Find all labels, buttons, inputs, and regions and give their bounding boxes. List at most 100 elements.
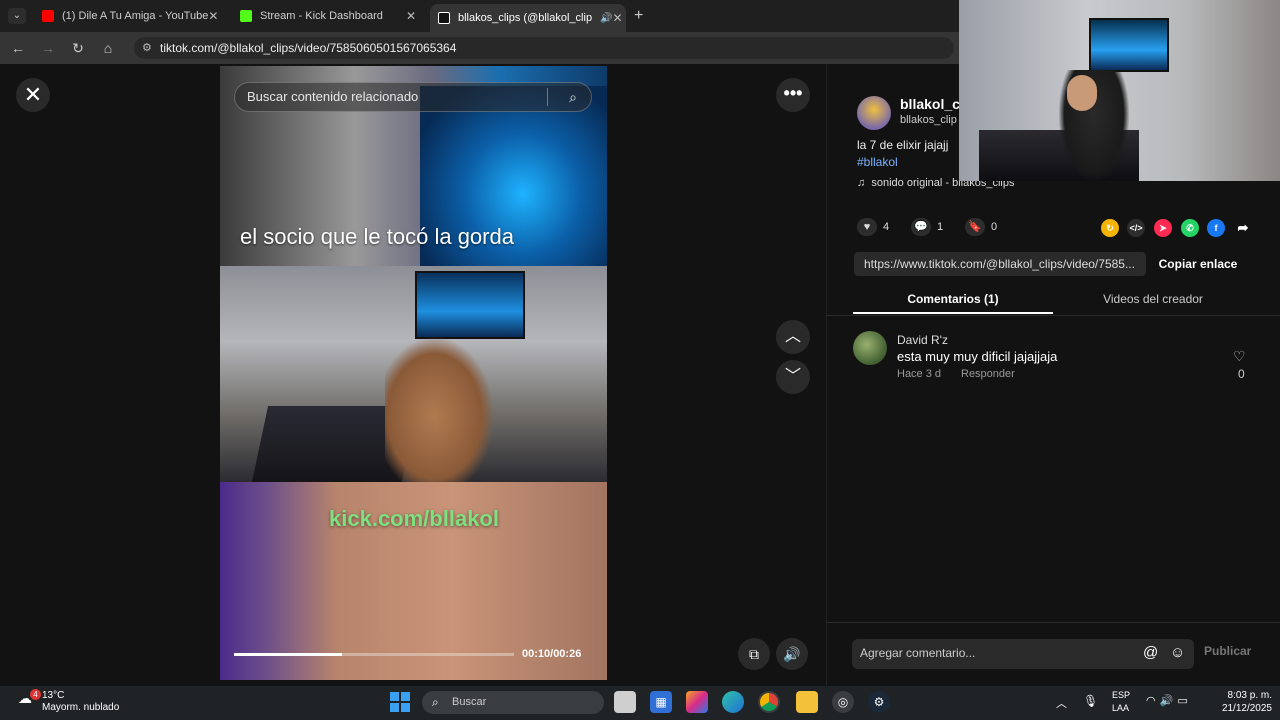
- publish-button[interactable]: Publicar: [1204, 644, 1251, 658]
- microphone-icon[interactable]: 🎙: [1083, 694, 1098, 708]
- taskbar-search-label: Buscar: [452, 696, 487, 708]
- video-player[interactable]: el socio que le tocó la gorda kick.com/b…: [220, 66, 607, 680]
- clock-time[interactable]: 8:03 p. m.: [1216, 690, 1272, 701]
- save-button[interactable]: 🔖 0: [965, 218, 997, 236]
- site-info-icon[interactable]: ⚙: [142, 37, 152, 59]
- task-view-icon[interactable]: [614, 691, 636, 713]
- creator-avatar[interactable]: [857, 96, 891, 130]
- heart-icon: ♥: [857, 218, 877, 236]
- comment-time: Hace 3 d: [897, 368, 942, 380]
- progress-bar[interactable]: [234, 653, 514, 656]
- close-video-button[interactable]: ✕: [16, 78, 50, 112]
- steam-icon[interactable]: ⚙: [868, 691, 890, 713]
- comment-button[interactable]: 💬 1: [911, 218, 943, 236]
- like-count: 4: [883, 221, 890, 233]
- windows-logo-icon: [401, 692, 410, 701]
- send-icon[interactable]: ➤: [1154, 219, 1172, 237]
- creator-handle: bllakos_clip: [900, 114, 957, 126]
- taskbar-search[interactable]: ⌕ Buscar: [422, 691, 604, 714]
- comment-avatar[interactable]: [853, 331, 887, 365]
- previous-video-button[interactable]: ︿: [776, 320, 810, 354]
- tab-creator-videos[interactable]: Videos del creador: [1053, 288, 1253, 314]
- start-button[interactable]: [390, 692, 410, 712]
- search-divider: [547, 88, 548, 106]
- music-note-icon: ♫: [857, 177, 866, 189]
- speaker-icon[interactable]: 🔊: [600, 13, 612, 24]
- more-options-button[interactable]: •••: [776, 78, 810, 112]
- weather-badge: 4: [30, 689, 41, 700]
- search-icon: ⌕: [432, 695, 439, 709]
- forward-icon[interactable]: →: [38, 38, 58, 58]
- comment-author[interactable]: David R'z: [897, 333, 948, 347]
- video-tv: [415, 271, 525, 339]
- weather-description: Mayorm. nublado: [42, 702, 120, 713]
- webcam-overlay: [959, 0, 1280, 181]
- url-field[interactable]: ⚙ tiktok.com/@bllakol_clips/video/758506…: [134, 37, 954, 59]
- next-video-button[interactable]: ﹀: [776, 360, 810, 394]
- webcam-face: [1067, 75, 1097, 111]
- tab-title: (1) Dile A Tu Amiga - YouTube: [62, 10, 209, 22]
- search-icon[interactable]: ⌕: [569, 83, 577, 111]
- chrome-icon[interactable]: [758, 691, 780, 713]
- temperature: 13°C: [42, 690, 65, 701]
- divider: [826, 315, 1280, 316]
- language-indicator[interactable]: ESP: [1112, 690, 1130, 700]
- windows-logo-icon: [390, 692, 399, 701]
- back-icon[interactable]: ←: [8, 38, 28, 58]
- repost-icon[interactable]: ↻: [1101, 219, 1119, 237]
- comment-text: esta muy muy dificil jajajjaja: [897, 349, 1058, 364]
- progress-fill: [234, 653, 342, 656]
- copy-link-button[interactable]: Copiar enlace: [1152, 252, 1244, 276]
- tab-title: bllakos_clips (@bllakol_clip: [458, 12, 593, 24]
- reload-icon[interactable]: ↻: [68, 38, 88, 58]
- close-icon[interactable]: ✕: [208, 9, 218, 23]
- file-explorer-icon[interactable]: [796, 691, 818, 713]
- kick-icon: [240, 10, 252, 22]
- related-search-input[interactable]: Buscar contenido relacionado ⌕: [234, 82, 592, 112]
- emoji-icon[interactable]: ☺: [1170, 644, 1185, 661]
- post-hashtag[interactable]: #bllakol: [857, 155, 898, 169]
- url-text: tiktok.com/@bllakol_clips/video/75850605…: [160, 41, 457, 55]
- speaker-icon[interactable]: 🔊: [1160, 695, 1178, 707]
- windows-logo-icon: [390, 703, 399, 712]
- home-icon[interactable]: ⌂: [98, 38, 118, 58]
- copilot-icon[interactable]: [686, 691, 708, 713]
- tab-search-chevron-icon[interactable]: ⌄: [8, 8, 26, 24]
- new-tab-button[interactable]: +: [634, 7, 643, 25]
- reply-button[interactable]: Responder: [961, 368, 1015, 380]
- mention-icon[interactable]: @: [1143, 644, 1158, 661]
- wifi-icon[interactable]: ◠: [1146, 695, 1160, 707]
- tray-expand-icon[interactable]: ︿: [1056, 695, 1067, 711]
- tab-title: Stream - Kick Dashboard: [260, 10, 383, 22]
- whatsapp-icon[interactable]: ✆: [1181, 219, 1199, 237]
- store-icon[interactable]: ▦: [650, 691, 672, 713]
- edge-icon[interactable]: [722, 691, 744, 713]
- tab-comments[interactable]: Comentarios (1): [853, 288, 1053, 314]
- save-count: 0: [991, 221, 998, 233]
- battery-icon[interactable]: ▭: [1177, 695, 1191, 707]
- picture-in-picture-button[interactable]: ⧉: [738, 638, 770, 670]
- related-search-placeholder: Buscar contenido relacionado: [247, 89, 419, 104]
- tab-tiktok[interactable]: bllakos_clips (@bllakol_clip 🔊 ✕: [430, 4, 626, 32]
- keyboard-layout[interactable]: LAA: [1112, 703, 1129, 713]
- video-link-field[interactable]: https://www.tiktok.com/@bllakol_clips/vi…: [854, 252, 1146, 276]
- clock-date[interactable]: 21/12/2025: [1212, 703, 1272, 714]
- volume-button[interactable]: 🔊: [776, 638, 808, 670]
- tab-kick[interactable]: Stream - Kick Dashboard ✕: [232, 4, 424, 28]
- tab-youtube[interactable]: (1) Dile A Tu Amiga - YouTube ✕: [34, 4, 226, 28]
- close-icon[interactable]: ✕: [406, 9, 416, 23]
- like-button[interactable]: ♥ 4: [857, 218, 889, 236]
- facebook-icon[interactable]: f: [1207, 219, 1225, 237]
- system-tray-icons[interactable]: ◠🔊▭: [1146, 694, 1192, 707]
- webcam-tv: [1089, 18, 1169, 72]
- comment-like-icon[interactable]: ♡: [1233, 348, 1246, 365]
- share-icon[interactable]: ➦: [1234, 219, 1252, 237]
- post-description: la 7 de elixir jajajj: [857, 138, 949, 152]
- video-caption: el socio que le tocó la gorda: [240, 224, 514, 249]
- creator-username[interactable]: bllakol_c: [900, 96, 960, 112]
- embed-icon[interactable]: </>: [1127, 219, 1145, 237]
- windows-logo-icon: [401, 703, 410, 712]
- youtube-icon: [42, 10, 54, 22]
- obs-icon[interactable]: ◎: [832, 691, 854, 713]
- close-icon[interactable]: ✕: [613, 11, 623, 25]
